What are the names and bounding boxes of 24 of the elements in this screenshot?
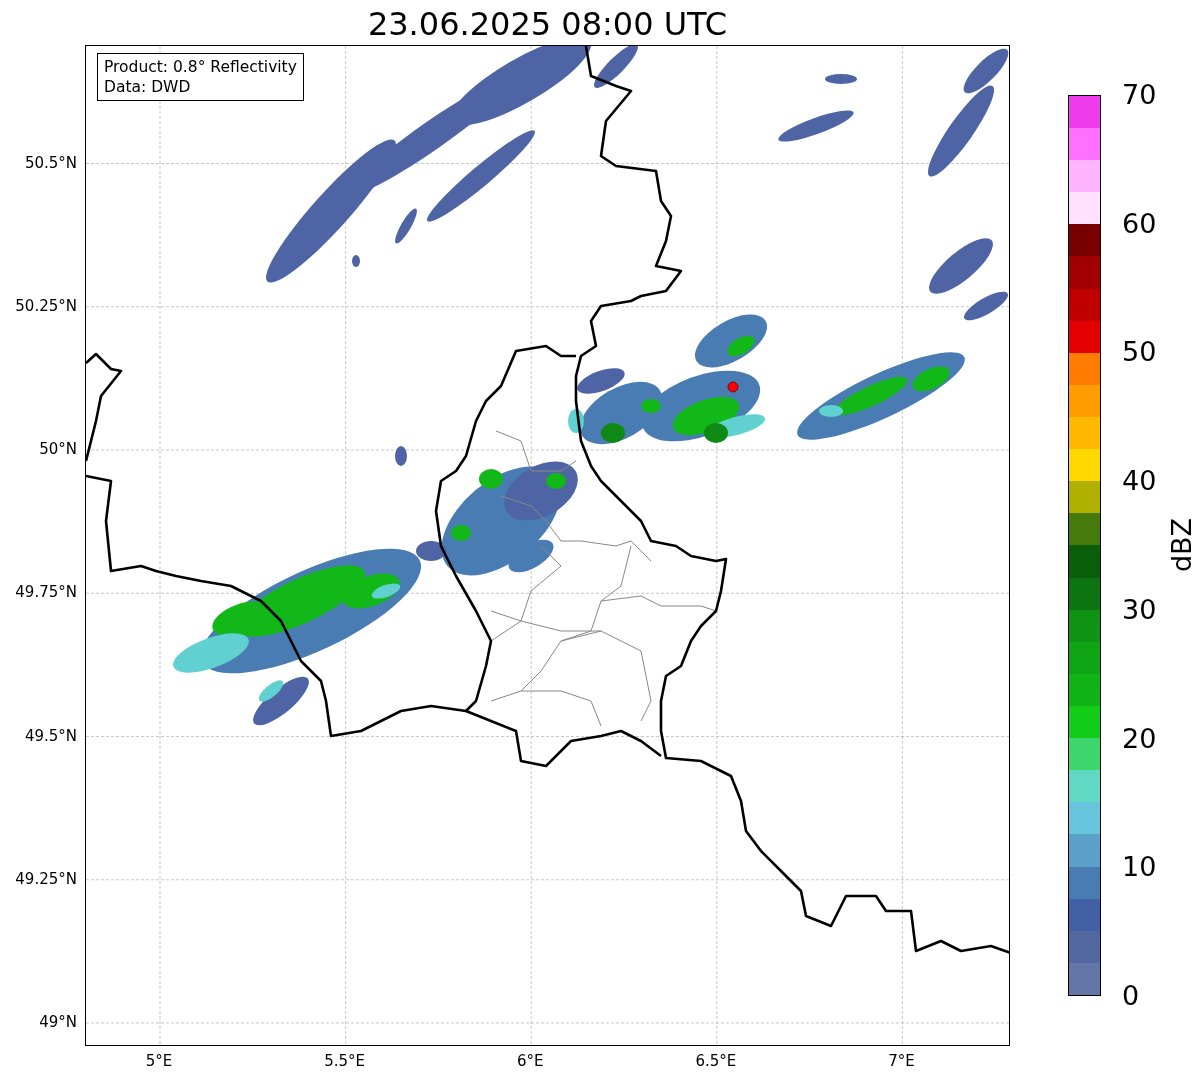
info-text: Product: 0.8° Reflectivity [104, 57, 297, 77]
axis-tick-label: 50°N [39, 440, 77, 458]
colorbar-tick-label: 20 [1122, 723, 1157, 754]
colorbar-tick-label: 70 [1122, 80, 1157, 110]
colorbar-tick-label: 10 [1122, 852, 1157, 883]
axis-tick-label: 50.5°N [24, 153, 77, 172]
axis-tick-label: 49.25°N [15, 869, 77, 888]
colorbar-tick-label: 60 [1122, 208, 1157, 239]
colorbar-label: dBZ [1167, 517, 1197, 573]
colorbar-tick-label: 40 [1122, 466, 1157, 497]
colorbar-tick-label: 50 [1122, 337, 1157, 368]
chart-title: 23.06.2025 08:00 UTC [366, 4, 729, 44]
axis-tick-label: 6.5°E [695, 1052, 737, 1070]
info-text: Data: DWD [104, 77, 192, 97]
axis-tick-label: 5.5°E [324, 1052, 365, 1070]
axis-tick-label: 49°N [39, 1013, 77, 1031]
axis-tick-label: 7°E [888, 1052, 915, 1070]
axis-tick-label: 5°E [145, 1052, 173, 1070]
axis-tick-label: 6°E [516, 1052, 544, 1070]
axis-tick-label: 50.25°N [15, 296, 77, 315]
colorbar-tick-label: 0 [1122, 981, 1140, 1011]
axis-tick-label: 49.5°N [24, 726, 77, 745]
axis-tick-label: 49.75°N [15, 583, 77, 602]
colorbar-tick-label: 30 [1122, 594, 1157, 625]
